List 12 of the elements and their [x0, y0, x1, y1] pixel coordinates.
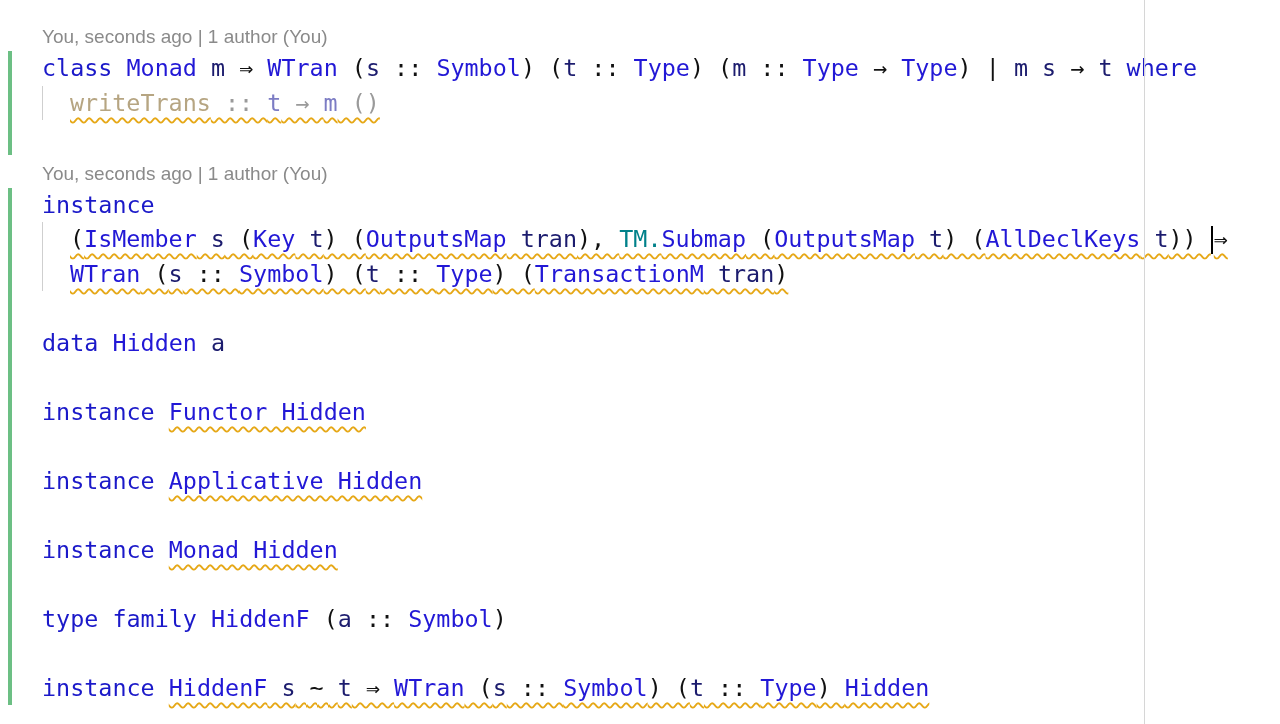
- code-line: type family HiddenF (a :: Symbol): [42, 604, 507, 633]
- code-line: WTran (s :: Symbol) (t :: Type) (TransactionM tran): [70, 259, 789, 288]
- code-line: instance: [42, 190, 155, 219]
- code-line: instance HiddenF s ~ t ⇒ WTran (s :: Symbol) (t :: Type) Hidden: [42, 673, 930, 702]
- blame-annotation[interactable]: You, seconds ago | 1 author (You): [42, 162, 328, 185]
- code-line: data Hidden a: [42, 328, 226, 357]
- code-line: (IsMember s (Key t) (OutputsMap tran), TM.Submap (OutputsMap t) (AllDeclKeys t)) ⇒: [70, 224, 1228, 254]
- blame-annotation[interactable]: You, seconds ago | 1 author (You): [42, 26, 328, 48]
- code-line: instance Applicative Hidden: [42, 466, 423, 495]
- code-line: instance Monad Hidden: [42, 535, 338, 564]
- code-line: writeTrans :: t → m (): [70, 88, 380, 117]
- code-line: instance Functor Hidden: [42, 397, 366, 426]
